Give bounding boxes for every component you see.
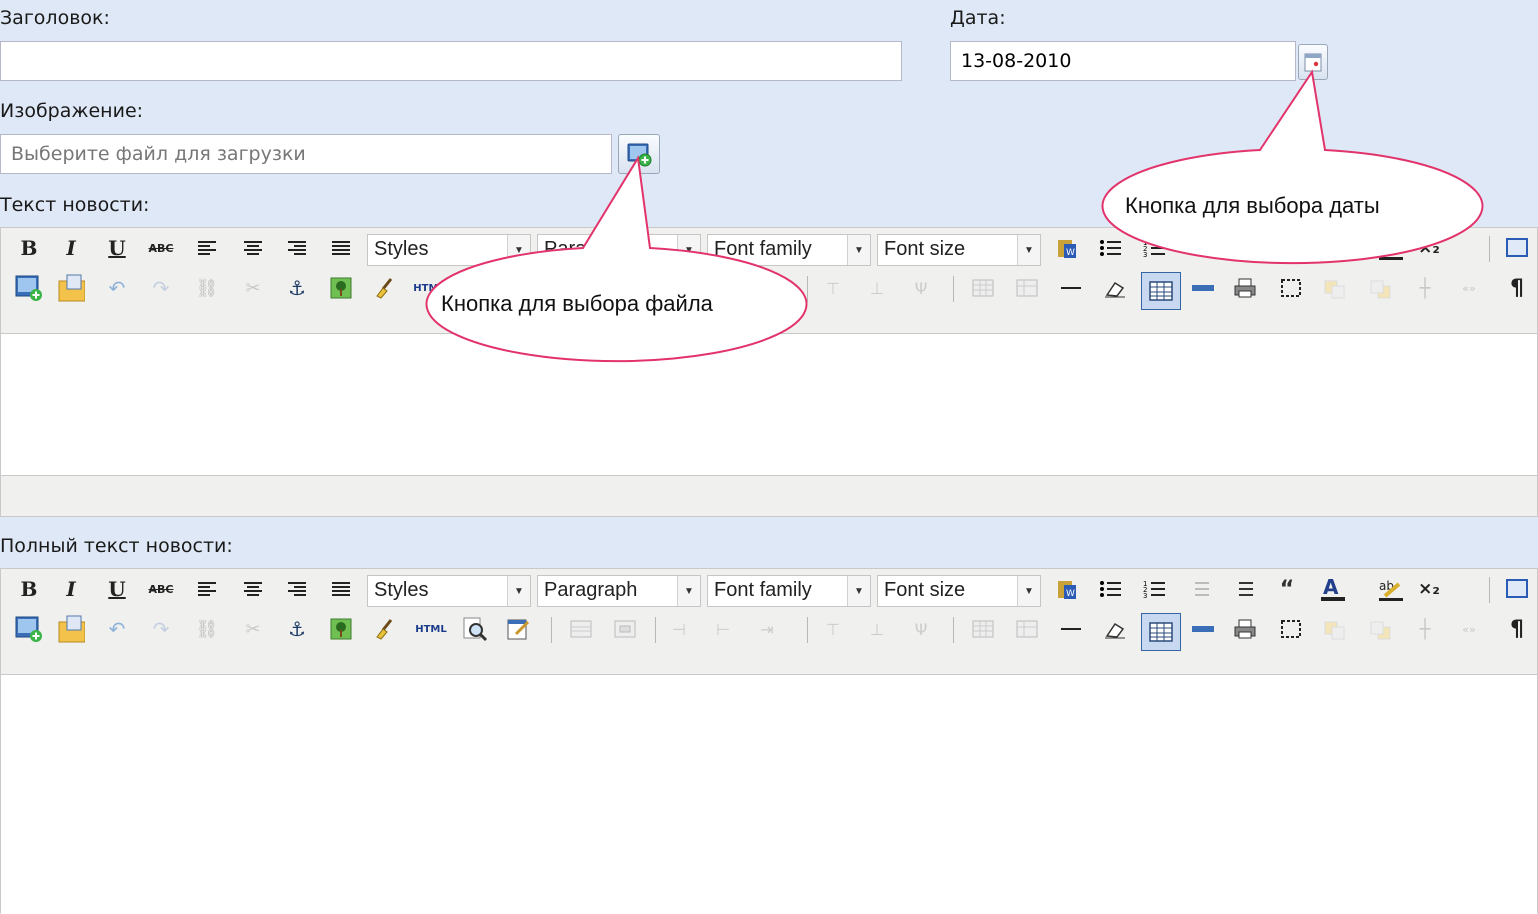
date-callout-bubble <box>1101 69 1484 265</box>
callout-overlay <box>425 69 1484 363</box>
file-callout-bubble <box>425 155 808 363</box>
date-button-callout-text: Кнопка для выбора даты <box>1125 193 1380 218</box>
file-button-callout-text: Кнопка для выбора файла <box>441 291 713 316</box>
